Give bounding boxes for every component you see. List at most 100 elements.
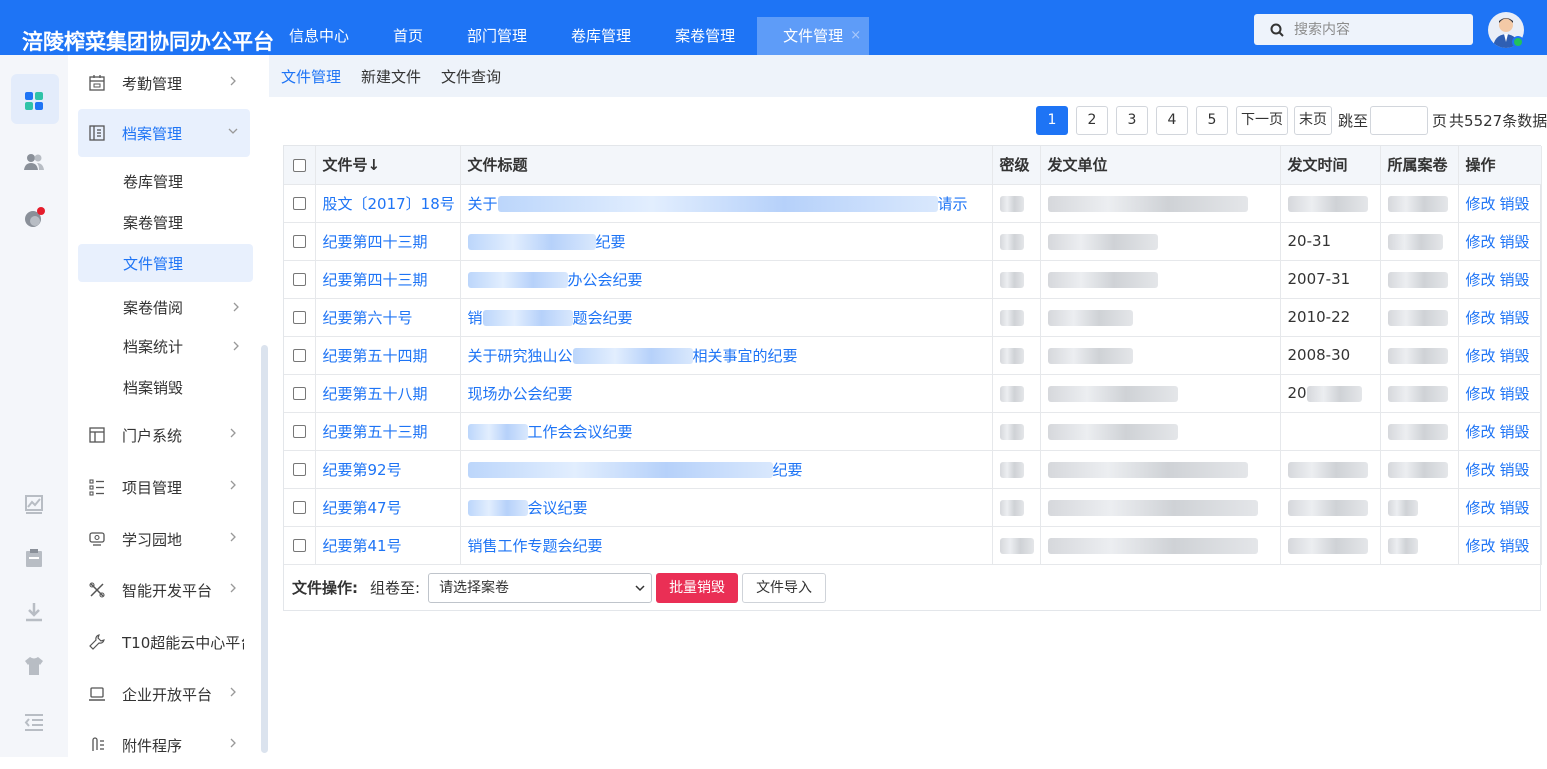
file-no-link[interactable]: 纪要第六十号 — [315, 298, 461, 337]
sidebar-item-t10-cloud[interactable]: T10超能云中心平台 — [78, 618, 250, 666]
file-import-button[interactable]: 文件导入 — [742, 572, 827, 603]
edit-link[interactable]: 修改 — [1466, 271, 1496, 289]
destroy-link[interactable]: 销毁 — [1500, 309, 1530, 327]
collapse-menu-icon[interactable] — [23, 711, 45, 733]
row-checkbox[interactable] — [292, 273, 306, 286]
batch-destroy-button[interactable]: 批量销毁 — [656, 572, 739, 603]
file-no-link[interactable]: 纪要第五十三期 — [315, 412, 461, 451]
close-tab-icon[interactable]: × — [850, 17, 861, 55]
sidebar-sub-archive-stats[interactable]: 档案统计 — [78, 327, 253, 365]
redacted-blur — [1387, 309, 1448, 326]
destroy-link[interactable]: 销毁 — [1500, 385, 1530, 403]
clipboard-icon[interactable] — [23, 547, 45, 569]
sidebar-item-attachment[interactable]: 附件程序 — [78, 721, 250, 769]
edit-link[interactable]: 修改 — [1466, 233, 1496, 251]
file-title-link[interactable]: 纪要 — [460, 450, 993, 489]
row-checkbox[interactable] — [292, 197, 306, 210]
file-title-link[interactable]: 会议纪要 — [460, 488, 993, 527]
sidebar-sub-archive-destroy[interactable]: 档案销毁 — [78, 368, 253, 406]
select-all-checkbox[interactable] — [292, 158, 306, 172]
contacts-icon[interactable] — [23, 151, 45, 173]
file-no-link[interactable]: 纪要第41号 — [315, 526, 461, 565]
sidebar-sub-volume-library[interactable]: 卷库管理 — [78, 162, 253, 200]
file-no-link[interactable]: 股文〔2017〕18号 — [315, 184, 461, 223]
sidebar-item-archive[interactable]: 档案管理 — [78, 109, 250, 157]
destroy-link[interactable]: 销毁 — [1500, 461, 1530, 479]
row-checkbox[interactable] — [292, 501, 306, 514]
messages-icon[interactable] — [23, 207, 45, 229]
edit-link[interactable]: 修改 — [1466, 423, 1496, 441]
nav-volume-library[interactable]: 卷库管理 — [549, 17, 653, 55]
destroy-link[interactable]: 销毁 — [1500, 537, 1530, 555]
download-icon[interactable] — [23, 601, 45, 623]
file-title-link[interactable]: 销售工作专题会纪要 — [460, 526, 993, 565]
search-input[interactable] — [1294, 14, 1464, 45]
edit-link[interactable]: 修改 — [1466, 195, 1496, 213]
page-1-button[interactable]: 1 — [1036, 105, 1068, 135]
edit-link[interactable]: 修改 — [1466, 385, 1496, 403]
destroy-link[interactable]: 销毁 — [1500, 499, 1530, 517]
file-title-link[interactable]: 关于 请示 — [460, 184, 993, 223]
edit-link[interactable]: 修改 — [1466, 537, 1496, 555]
sidebar-sub-file-management[interactable]: 文件管理 — [78, 244, 253, 282]
file-no-link[interactable]: 纪要第四十三期 — [315, 222, 461, 261]
nav-dossier[interactable]: 案卷管理 — [653, 17, 757, 55]
file-title-link[interactable]: 办公会纪要 — [460, 260, 993, 299]
file-no-link[interactable]: 纪要第五十八期 — [315, 374, 461, 413]
destroy-link[interactable]: 销毁 — [1500, 271, 1530, 289]
sidebar-item-project[interactable]: 项目管理 — [78, 463, 250, 511]
page-5-button[interactable]: 5 — [1196, 105, 1228, 135]
chart-icon[interactable] — [23, 493, 45, 515]
file-no-link[interactable]: 纪要第五十四期 — [315, 336, 461, 375]
file-title-link[interactable]: 销 题会纪要 — [460, 298, 993, 337]
row-checkbox[interactable] — [292, 387, 306, 400]
row-checkbox[interactable] — [292, 425, 306, 438]
sidebar-item-attendance[interactable]: 考勤管理 — [78, 59, 250, 107]
sidebar-item-open-platform[interactable]: 企业开放平台 — [78, 670, 250, 718]
sidebar-item-portal[interactable]: 门户系统 — [78, 411, 250, 459]
jump-page-input[interactable] — [1370, 105, 1429, 135]
file-title-link[interactable]: 工作会会议纪要 — [460, 412, 993, 451]
col-file-no[interactable]: 文件号↓ — [315, 146, 461, 185]
last-page-button[interactable]: 末页 — [1294, 105, 1332, 135]
page-3-button[interactable]: 3 — [1116, 105, 1148, 135]
row-checkbox[interactable] — [292, 235, 306, 248]
edit-link[interactable]: 修改 — [1466, 309, 1496, 327]
destroy-link[interactable]: 销毁 — [1500, 233, 1530, 251]
subnav-new-file[interactable]: 新建文件 — [361, 66, 421, 87]
dossier-select[interactable]: 请选择案卷 — [428, 572, 653, 603]
file-no-link[interactable]: 纪要第92号 — [315, 450, 461, 489]
select-all-cell[interactable] — [284, 146, 316, 185]
edit-link[interactable]: 修改 — [1466, 461, 1496, 479]
nav-home[interactable]: 首页 — [371, 17, 445, 55]
file-no-link[interactable]: 纪要第四十三期 — [315, 260, 461, 299]
file-no-link[interactable]: 纪要第47号 — [315, 488, 461, 527]
sidebar-sub-dossier[interactable]: 案卷管理 — [78, 203, 253, 241]
sidebar-item-smart-dev[interactable]: 智能开发平台 — [78, 566, 250, 614]
destroy-link[interactable]: 销毁 — [1500, 195, 1530, 213]
page-2-button[interactable]: 2 — [1076, 105, 1108, 135]
row-checkbox[interactable] — [292, 311, 306, 324]
nav-department[interactable]: 部门管理 — [445, 17, 549, 55]
edit-link[interactable]: 修改 — [1466, 347, 1496, 365]
row-checkbox[interactable] — [292, 463, 306, 476]
destroy-link[interactable]: 销毁 — [1500, 347, 1530, 365]
next-page-button[interactable]: 下一页 — [1236, 105, 1288, 135]
row-checkbox[interactable] — [292, 539, 306, 552]
shirt-icon[interactable] — [23, 655, 45, 677]
subnav-file-query[interactable]: 文件查询 — [441, 66, 501, 87]
file-title-link[interactable]: 关于研究独山公 相关事宜的纪要 — [460, 336, 993, 375]
page-4-button[interactable]: 4 — [1156, 105, 1188, 135]
nav-info-center[interactable]: 信息中心 — [270, 17, 371, 55]
sidebar-scrollbar[interactable] — [261, 345, 268, 753]
sidebar-sub-dossier-borrow[interactable]: 案卷借阅 — [78, 288, 253, 326]
apps-grid-icon[interactable] — [23, 90, 45, 112]
destroy-link[interactable]: 销毁 — [1500, 423, 1530, 441]
subnav-file-management[interactable]: 文件管理 — [281, 66, 341, 87]
row-checkbox[interactable] — [292, 349, 306, 362]
edit-link[interactable]: 修改 — [1466, 499, 1496, 517]
sidebar-item-learning[interactable]: 学习园地 — [78, 515, 250, 563]
file-title-link[interactable]: 纪要 — [460, 222, 993, 261]
file-title-link[interactable]: 现场办公会纪要 — [460, 374, 993, 413]
nav-file-management[interactable]: 文件管理 × — [757, 17, 870, 55]
